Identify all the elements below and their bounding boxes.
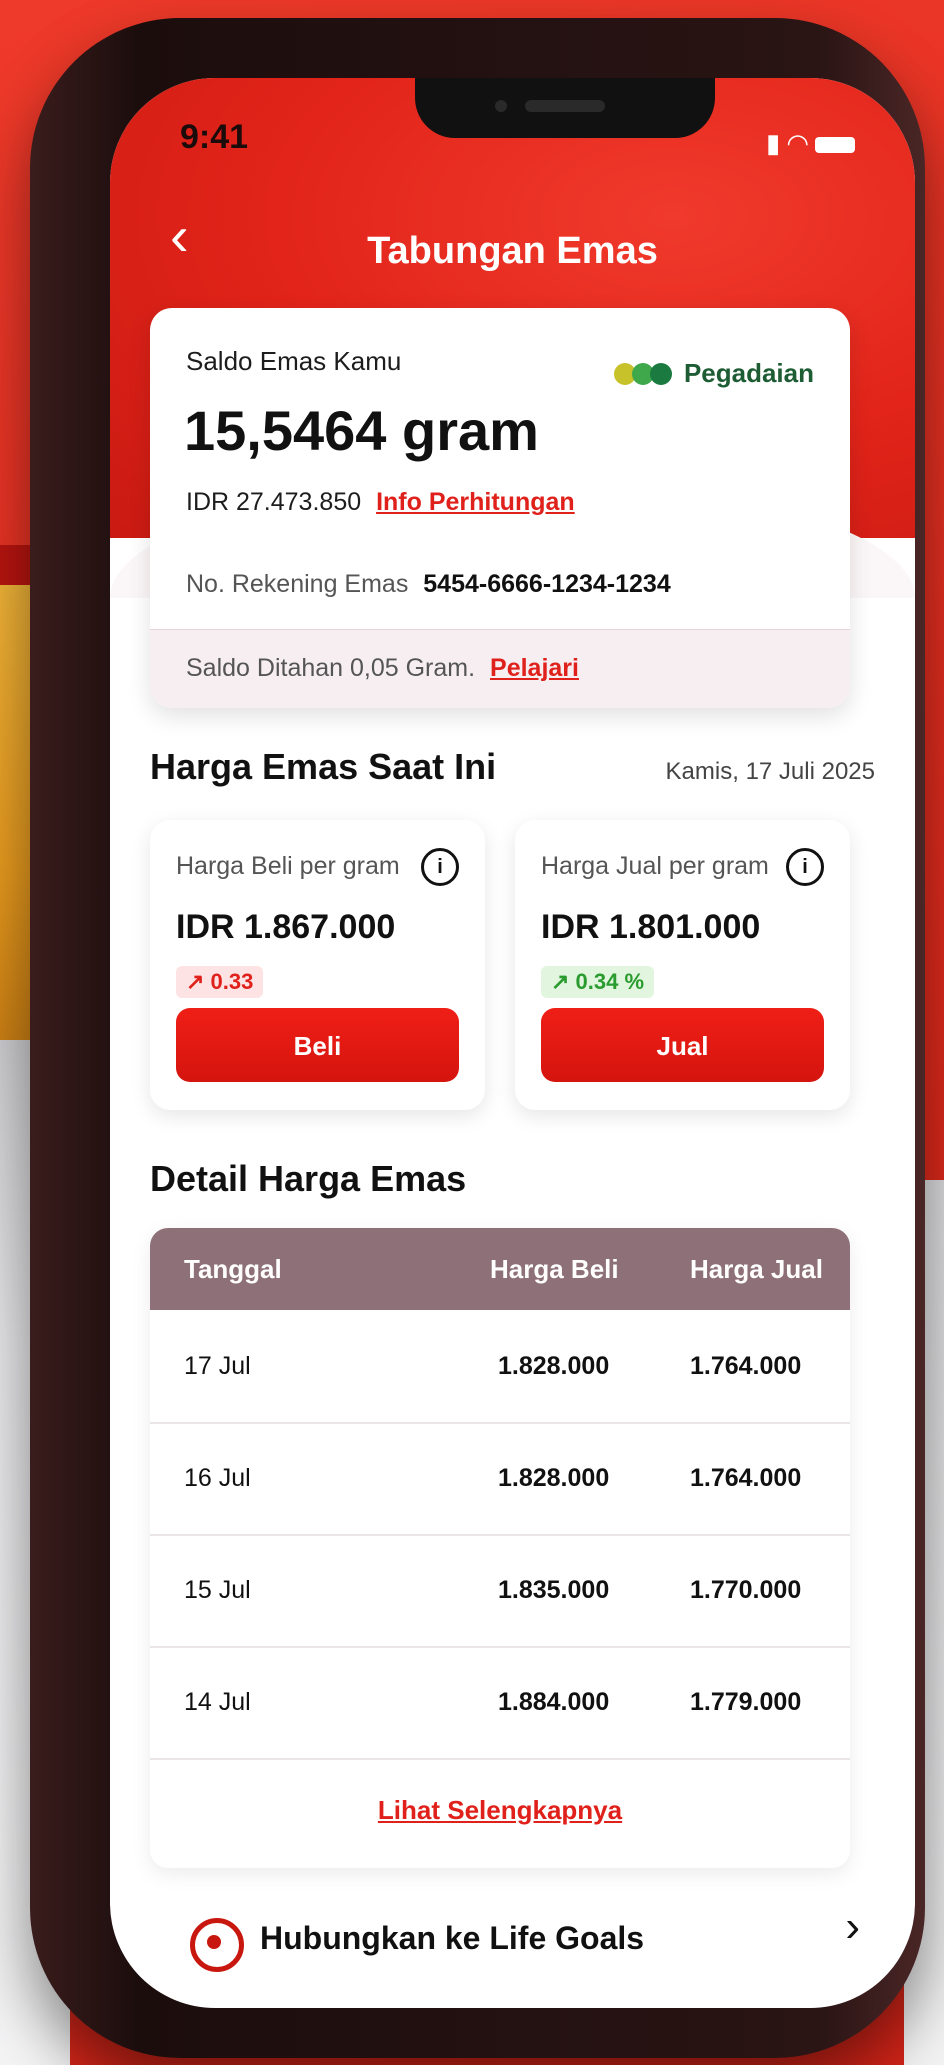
info-perhitungan-link[interactable]: Info Perhitungan xyxy=(376,488,575,516)
sell-button[interactable]: Jual xyxy=(541,1008,824,1082)
phone-frame: 9:41 ▮◠ ‹ Tabungan Emas Saldo Emas Kamu … xyxy=(30,18,925,2058)
held-balance-label: Saldo Ditahan 0,05 Gram. xyxy=(186,654,476,682)
status-time: 9:41 xyxy=(180,118,249,156)
page-title: Tabungan Emas xyxy=(367,230,658,272)
buy-price-value: IDR 1.867.000 xyxy=(176,908,396,946)
account-label: No. Rekening Emas xyxy=(186,570,409,598)
logo-scale-icon xyxy=(649,362,672,385)
column-header-buy: Harga Beli xyxy=(490,1254,619,1284)
sell-price-label: Harga Jual per gram xyxy=(541,852,769,880)
row-buy-price: 1.884.000 xyxy=(498,1688,610,1716)
balance-amount: 15,5464 gram xyxy=(184,399,539,462)
price-history-table: Tanggal Harga Beli Harga Jual 17 Jul 1.8… xyxy=(150,1228,850,1868)
balance-idr-value: IDR 27.473.850 xyxy=(186,488,362,516)
camera-icon xyxy=(495,100,507,112)
phone-screen: 9:41 ▮◠ ‹ Tabungan Emas Saldo Emas Kamu … xyxy=(110,78,915,2008)
table-row: 17 Jul 1.828.000 1.764.000 xyxy=(150,1310,850,1424)
life-goals-label: Hubungkan ke Life Goals xyxy=(260,1920,645,1956)
see-more-link[interactable]: Lihat Selengkapnya xyxy=(150,1795,850,1826)
current-price-title: Harga Emas Saat Ini xyxy=(150,746,497,787)
signal-icon: ▮ xyxy=(766,128,787,158)
account-number-row: No. Rekening Emas 5454-6666-1234-1234 xyxy=(186,570,671,599)
row-date: 14 Jul xyxy=(184,1688,251,1716)
balance-label: Saldo Emas Kamu xyxy=(186,346,402,376)
target-icon xyxy=(190,1918,244,1972)
row-date: 16 Jul xyxy=(184,1464,251,1492)
buy-button[interactable]: Beli xyxy=(176,1008,459,1082)
row-sell-price: 1.764.000 xyxy=(690,1352,802,1380)
phone-notch xyxy=(415,78,715,138)
row-buy-price: 1.828.000 xyxy=(498,1464,610,1492)
sell-price-change-badge: ↗ 0.34 % xyxy=(541,966,655,998)
table-row: 16 Jul 1.828.000 1.764.000 xyxy=(150,1422,850,1536)
held-balance-text: Saldo Ditahan 0,05 Gram. Pelajari xyxy=(186,654,579,683)
table-header: Tanggal Harga Beli Harga Jual xyxy=(150,1228,850,1310)
balance-card: Saldo Emas Kamu Pegadaian 15,5464 gram I… xyxy=(150,308,850,708)
current-price-date: Kamis, 17 Juli 2025 xyxy=(665,758,875,785)
buy-price-card: Harga Beli per gram i IDR 1.867.000 ↗ 0.… xyxy=(150,820,485,1110)
sell-price-value: IDR 1.801.000 xyxy=(541,908,761,946)
row-buy-price: 1.828.000 xyxy=(498,1352,610,1380)
buy-price-label: Harga Beli per gram xyxy=(176,852,400,880)
battery-icon xyxy=(815,137,855,154)
life-goals-row[interactable]: Hubungkan ke Life Goals › xyxy=(150,1902,870,1988)
status-icons: ▮◠ xyxy=(766,128,855,159)
pelajari-link[interactable]: Pelajari xyxy=(490,654,579,682)
table-row: 15 Jul 1.835.000 1.770.000 xyxy=(150,1534,850,1648)
row-buy-price: 1.835.000 xyxy=(498,1576,610,1604)
column-header-sell: Harga Jual xyxy=(690,1254,823,1284)
table-row: 14 Jul 1.884.000 1.779.000 xyxy=(150,1646,850,1760)
chevron-right-icon[interactable]: › xyxy=(845,1902,860,1952)
sell-price-card: Harga Jual per gram i IDR 1.801.000 ↗ 0.… xyxy=(515,820,850,1110)
buy-price-change-badge: ↗ 0.33 xyxy=(176,966,264,998)
brand-name: Pegadaian xyxy=(683,358,814,388)
wifi-icon: ◠ xyxy=(786,128,815,158)
info-icon[interactable]: i xyxy=(421,848,459,886)
column-header-date: Tanggal xyxy=(184,1254,282,1284)
held-balance-footer: Saldo Ditahan 0,05 Gram. Pelajari xyxy=(150,629,850,708)
balance-idr: IDR 27.473.850 Info Perhitungan xyxy=(186,488,575,517)
row-sell-price: 1.779.000 xyxy=(690,1688,802,1716)
speaker-icon xyxy=(525,100,605,112)
row-sell-price: 1.764.000 xyxy=(690,1464,802,1492)
row-sell-price: 1.770.000 xyxy=(690,1576,802,1604)
row-date: 15 Jul xyxy=(184,1576,251,1604)
pegadaian-logo: Pegadaian xyxy=(613,358,814,389)
row-date: 17 Jul xyxy=(184,1352,251,1380)
account-number: 5454-6666-1234-1234 xyxy=(423,570,671,598)
info-icon[interactable]: i xyxy=(786,848,824,886)
detail-price-title: Detail Harga Emas xyxy=(150,1158,467,1199)
